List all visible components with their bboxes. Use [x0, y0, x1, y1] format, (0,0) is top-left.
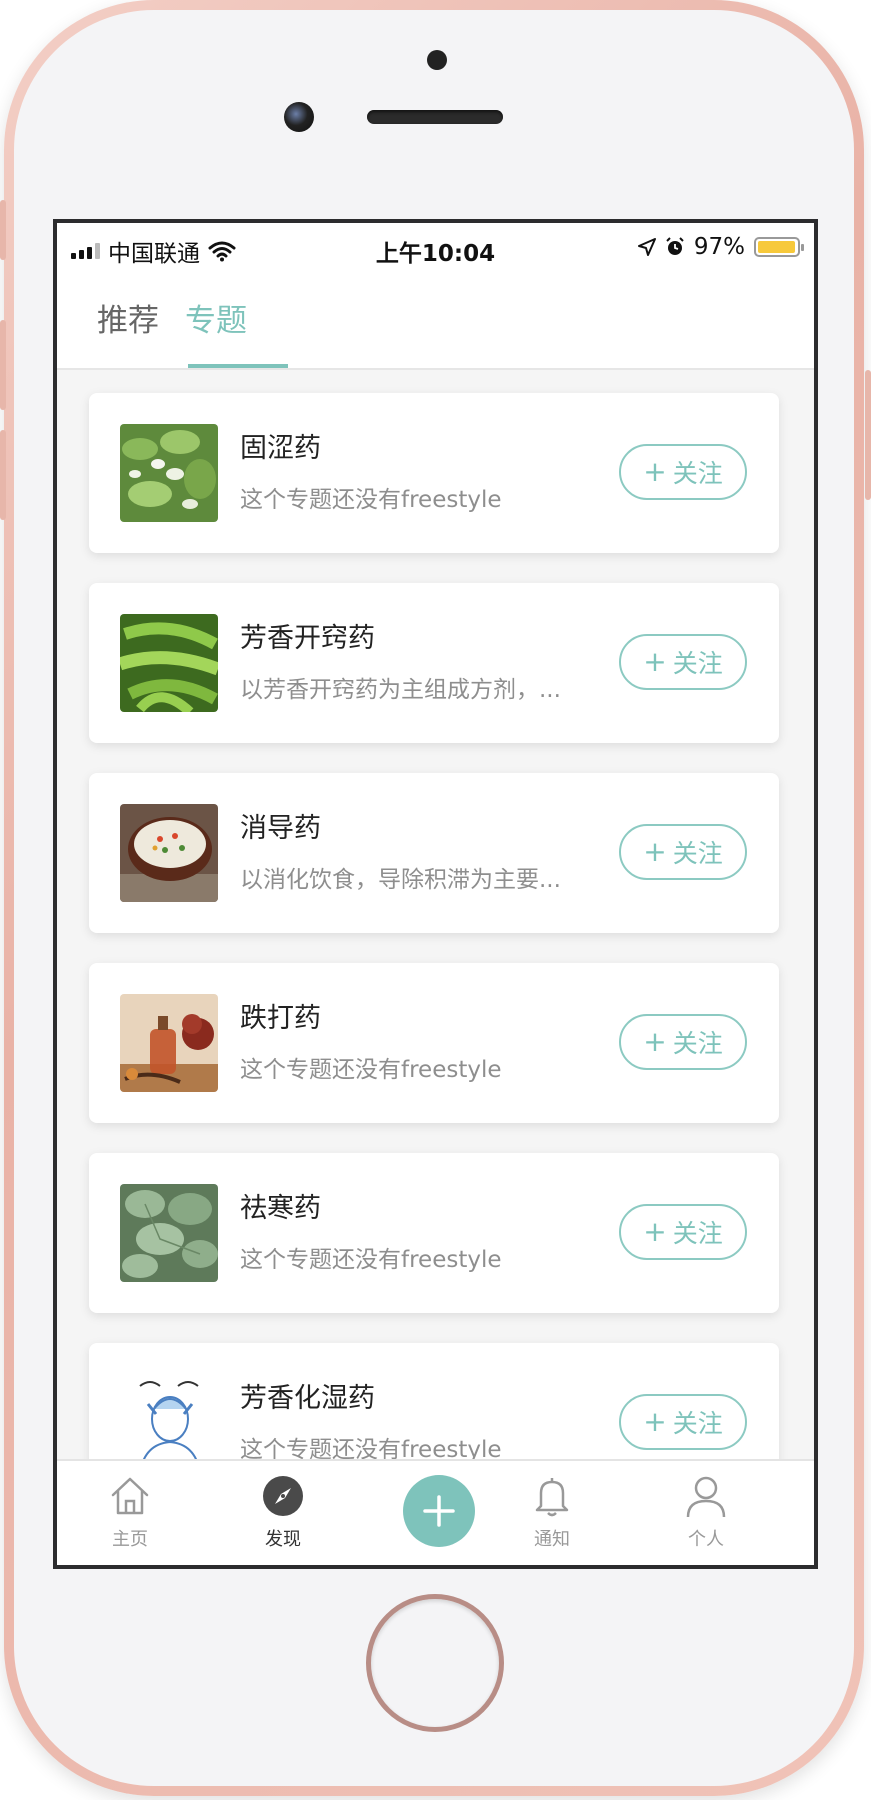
bell-icon — [535, 1478, 569, 1517]
follow-label: 关注 — [672, 459, 723, 488]
nav-profile[interactable]: 个人 — [661, 1473, 751, 1551]
app-screen: 中国联通 上午10:04 97% 推荐 专题 固涩药 这个专题还没有freest… — [53, 219, 818, 1569]
nav-notifications[interactable]: 通知 — [507, 1473, 597, 1551]
follow-label: 关注 — [672, 1409, 723, 1438]
mute-switch — [0, 200, 6, 260]
plus-icon: + — [643, 1215, 667, 1248]
user-icon — [686, 1476, 726, 1518]
follow-button[interactable]: + 关注 — [619, 1014, 747, 1070]
battery-icon — [754, 237, 804, 257]
compass-icon — [263, 1476, 303, 1516]
nav-discover[interactable]: 发现 — [238, 1473, 328, 1551]
plus-icon: + — [643, 835, 667, 868]
plus-icon: + — [643, 455, 667, 488]
topic-title: 芳香化湿药 — [240, 1383, 375, 1414]
home-icon — [111, 1477, 149, 1515]
nav-home-label: 主页 — [112, 1529, 148, 1550]
green-pods-image — [120, 614, 218, 712]
nav-home[interactable]: 主页 — [85, 1473, 175, 1551]
topic-description: 这个专题还没有freestyle — [240, 487, 502, 513]
status-bar: 中国联通 上午10:04 97% — [57, 223, 814, 273]
topic-description: 这个专题还没有freestyle — [240, 1247, 502, 1273]
volume-up-button — [0, 320, 6, 410]
front-camera — [284, 102, 314, 132]
topic-title: 固涩药 — [240, 433, 321, 464]
topic-description: 以芳香开窍药为主组成方剂，... — [240, 677, 561, 703]
topic-description: 这个专题还没有freestyle — [240, 1057, 502, 1083]
topic-card[interactable]: 跌打药这个专题还没有freestyle + 关注 — [89, 963, 779, 1123]
follow-button[interactable]: + 关注 — [619, 444, 747, 500]
topic-card[interactable]: 芳香开窍药以芳香开窍药为主组成方剂，... + 关注 — [89, 583, 779, 743]
congee-bowl-image — [120, 804, 218, 902]
plus-icon — [423, 1495, 455, 1527]
follow-button[interactable]: + 关注 — [619, 634, 747, 690]
tab-recommend[interactable]: 推荐 — [97, 295, 159, 340]
top-tab-bar: 推荐 专题 — [57, 273, 814, 370]
proximity-sensor — [427, 50, 447, 70]
topic-title: 消导药 — [240, 813, 321, 844]
battery-fill — [758, 241, 795, 253]
follow-label: 关注 — [672, 839, 723, 868]
add-button[interactable] — [403, 1475, 475, 1547]
nav-discover-label: 发现 — [265, 1529, 301, 1550]
follow-button[interactable]: + 关注 — [619, 1394, 747, 1450]
power-button — [865, 370, 871, 500]
green-leaves-image — [120, 424, 218, 522]
topic-card[interactable]: 固涩药这个专题还没有freestyle + 关注 — [89, 393, 779, 553]
plus-icon: + — [643, 645, 667, 678]
plus-icon: + — [643, 1405, 667, 1438]
topic-description: 以消化饮食，导除积滞为主要... — [240, 867, 561, 893]
follow-button[interactable]: + 关注 — [619, 1204, 747, 1260]
follow-label: 关注 — [672, 649, 723, 678]
battery-percent: 97% — [693, 234, 745, 260]
alarm-clock-icon — [666, 237, 684, 255]
home-button[interactable] — [366, 1594, 504, 1732]
topic-title: 芳香开窍药 — [240, 623, 375, 654]
topic-card[interactable]: 祛寒药这个专题还没有freestyle + 关注 — [89, 1153, 779, 1313]
head-massage-illustration — [120, 1374, 218, 1472]
plus-icon: + — [643, 1025, 667, 1058]
follow-label: 关注 — [672, 1029, 723, 1058]
oil-bottle-image — [120, 994, 218, 1092]
location-arrow-icon — [637, 238, 656, 256]
topic-title: 跌打药 — [240, 1003, 321, 1034]
nav-notifications-label: 通知 — [534, 1529, 570, 1550]
tab-topics[interactable]: 专题 — [185, 295, 247, 340]
follow-label: 关注 — [672, 1219, 723, 1248]
earpiece-speaker — [367, 110, 503, 124]
topic-title: 祛寒药 — [240, 1193, 321, 1224]
topic-card[interactable]: 消导药以消化饮食，导除积滞为主要... + 关注 — [89, 773, 779, 933]
bottom-nav: 主页 发现 通知 个人 — [57, 1459, 814, 1565]
follow-button[interactable]: + 关注 — [619, 824, 747, 880]
status-right: 97% — [637, 234, 804, 260]
volume-down-button — [0, 430, 6, 520]
herb-leaves-image — [120, 1184, 218, 1282]
nav-profile-label: 个人 — [688, 1529, 724, 1550]
active-tab-indicator — [188, 364, 288, 368]
